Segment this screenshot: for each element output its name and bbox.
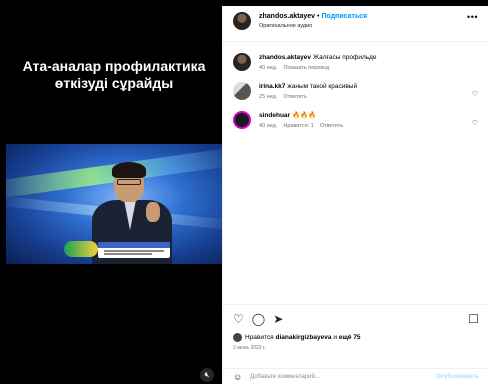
author-username[interactable]: zhandos.aktayev xyxy=(259,13,315,20)
share-icon[interactable]: ➤ xyxy=(273,312,283,326)
video-title-line-1: Ата-аналар профилактика xyxy=(22,58,206,74)
comment-icon[interactable]: ◯ xyxy=(252,312,265,326)
action-bar: ♡ ◯ ➤ ☐ xyxy=(233,311,479,327)
post-button[interactable]: Опубликовать xyxy=(436,374,479,380)
reply-button[interactable]: Ответить xyxy=(283,94,307,100)
post-date[interactable]: 2 июнь 2023 г. xyxy=(233,345,479,351)
comment-username[interactable]: irina.kk7 xyxy=(259,83,285,90)
heart-icon[interactable]: ♡ xyxy=(472,90,478,98)
comment-item: sindehuar 🔥🔥🔥 40 нед. Нравится: 1 Ответить … xyxy=(233,111,478,129)
post-details-panel: zhandos.aktayev • Подписаться Оригинальное… xyxy=(222,6,488,384)
comments-list: zhandos.aktayev Жалғасы профильде 40 нед.… xyxy=(223,53,488,129)
bookmark-icon[interactable]: ☐ xyxy=(468,312,479,326)
channel-logo xyxy=(64,241,98,257)
comment-item: zhandos.aktayev Жалғасы профильде 40 нед.… xyxy=(233,53,478,71)
comment-username[interactable]: sindehuar xyxy=(259,112,290,119)
separator-dot: • xyxy=(317,13,320,20)
video-title-overlay: Ата-аналар профилактика өткізуді сұрайды xyxy=(6,58,222,92)
comment-time[interactable]: 25 нед. xyxy=(259,94,277,100)
name-caption xyxy=(98,242,170,258)
post-header: zhandos.aktayev • Подписаться Оригинальное… xyxy=(223,6,488,42)
comment-text: 🔥🔥🔥 xyxy=(292,112,317,119)
likes-conjunction: и xyxy=(333,334,337,341)
comment-time[interactable]: 40 нед. xyxy=(259,65,277,71)
video-player[interactable]: Ата-аналар профилактика өткізуді сұрайды xyxy=(6,6,222,384)
avatar[interactable] xyxy=(233,111,251,129)
avatar[interactable] xyxy=(233,53,251,71)
likes-prefix: Нравится xyxy=(245,334,274,341)
follow-button[interactable]: Подписаться xyxy=(321,13,367,20)
reply-button[interactable]: Ответить xyxy=(320,123,344,129)
avatar[interactable] xyxy=(233,82,251,100)
speaker-muted-icon[interactable]: 🔇︎ xyxy=(200,368,214,382)
video-frame xyxy=(6,144,222,264)
add-comment-bar: ☺ Добавьте комментарий... Опубликовать xyxy=(223,368,488,384)
likes-count[interactable]: ещё 75 xyxy=(339,334,361,341)
comment-text: жаным такой красивый xyxy=(287,83,358,90)
comment-input[interactable]: Добавьте комментарий... xyxy=(250,374,320,380)
comment-username[interactable]: zhandos.aktayev xyxy=(259,54,311,61)
comment-item: irina.kk7 жаным такой красивый 25 нед. Отв… xyxy=(233,82,478,100)
post-modal: Ата-аналар профилактика өткізуді сұрайды xyxy=(6,6,488,384)
more-icon[interactable]: ••• xyxy=(467,12,478,22)
audio-link[interactable]: Оригинальное аудио xyxy=(259,22,367,31)
post-footer: ♡ ◯ ➤ ☐ Нравится dianakirgizbayeva и ещё… xyxy=(223,304,488,351)
video-title-line-2: өткізуді сұрайды xyxy=(54,75,174,91)
comment-text: Жалғасы профильде xyxy=(313,54,377,61)
comment-likes[interactable]: Нравится: 1 xyxy=(283,123,313,129)
heart-icon[interactable]: ♡ xyxy=(472,119,478,127)
show-translation-link[interactable]: Показать перевод xyxy=(283,65,329,71)
avatar[interactable] xyxy=(233,12,251,30)
emoji-icon[interactable]: ☺ xyxy=(233,372,242,382)
likes-summary: Нравится dianakirgizbayeva и ещё 75 xyxy=(233,333,479,342)
avatar[interactable] xyxy=(233,333,242,342)
likes-user[interactable]: dianakirgizbayeva xyxy=(276,334,332,341)
modal-backdrop: Ата-аналар профилактика өткізуді сұрайды xyxy=(0,0,488,384)
heart-icon[interactable]: ♡ xyxy=(233,312,244,326)
comment-time[interactable]: 40 нед. xyxy=(259,123,277,129)
